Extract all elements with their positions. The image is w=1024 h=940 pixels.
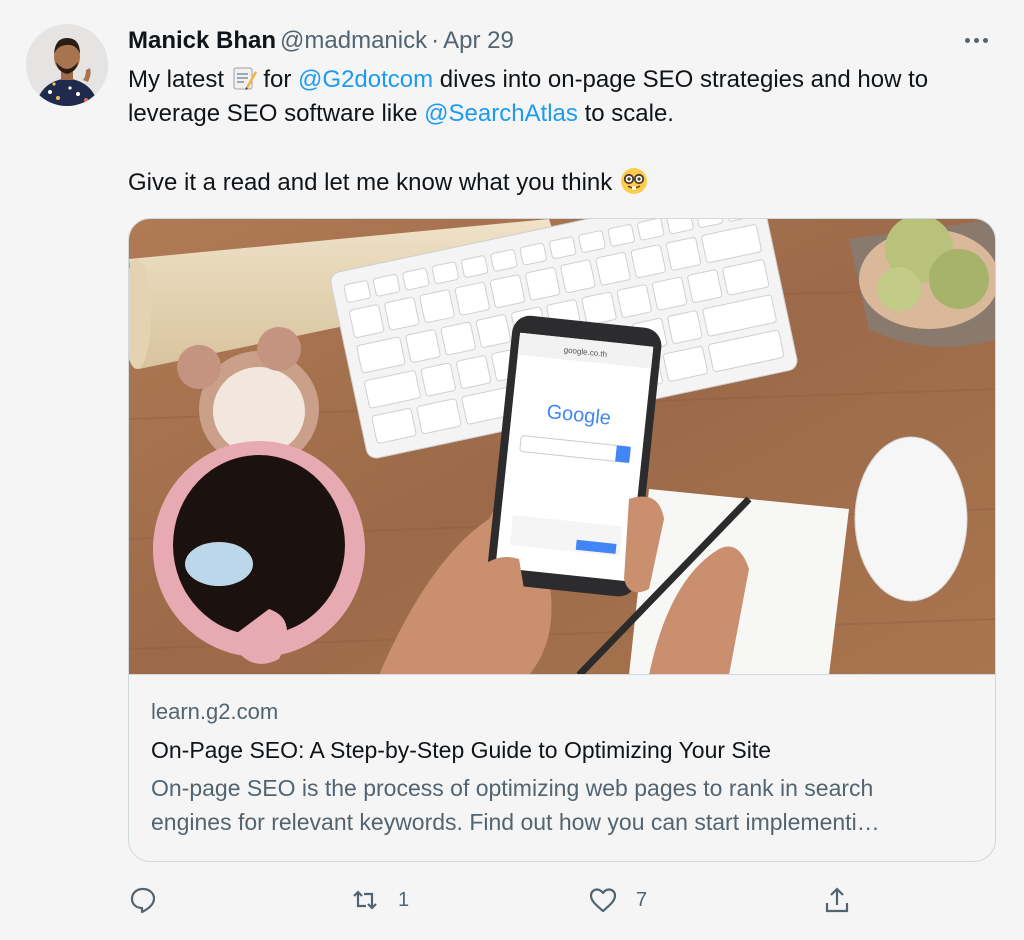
author-handle[interactable]: @madmanick (280, 27, 427, 54)
reply-button[interactable] (128, 880, 176, 920)
tweet[interactable]: Manick Bhan @madmanick · Apr 29 My latest f… (0, 0, 1024, 940)
like-button[interactable]: 7 (588, 880, 647, 920)
author-name[interactable]: Manick Bhan (128, 27, 276, 54)
card-body[interactable]: learn.g2.com On-Page SEO: A Step-by-Step… (151, 697, 981, 839)
avatar-image (26, 24, 108, 106)
card-description-line: engines for relevant keywords. Find out … (151, 809, 880, 835)
more-dot-icon (964, 37, 970, 43)
avatar[interactable] (26, 24, 108, 106)
mention-link-searchatlas[interactable]: @SearchAtlas (424, 100, 578, 127)
more-options-button[interactable] (958, 30, 994, 50)
like-count: 7 (636, 888, 648, 911)
reply-icon (130, 887, 156, 914)
tweet-text-line: Give it a read and let me know what you … (128, 165, 998, 200)
memo-emoji-icon (231, 62, 257, 96)
card-description-line: On-page SEO is the process of optimizing… (151, 775, 874, 801)
card-domain: learn.g2.com (151, 699, 279, 724)
more-dot-icon (982, 37, 988, 43)
retweet-icon (353, 890, 377, 910)
retweet-button[interactable]: 1 (350, 880, 409, 920)
text-segment: to scale. (577, 100, 674, 127)
share-icon (825, 887, 849, 913)
tweet-text-line: My latest for @G2dotcom dives into on-pa… (128, 62, 998, 97)
tweet-text-line: leverage SEO software like @SearchAtlas … (128, 97, 998, 131)
card-description: On-page SEO is the process of optimizing… (151, 771, 981, 839)
separator: · (431, 27, 440, 54)
share-button[interactable] (822, 880, 870, 920)
tweet-text: My latest for @G2dotcom dives into on-pa… (128, 62, 998, 200)
text-segment: My latest (128, 66, 231, 93)
tweet-header: Manick Bhan @madmanick · Apr 29 (128, 26, 514, 56)
more-dot-icon (973, 37, 979, 43)
heart-icon (589, 888, 617, 913)
text-segment: for (256, 66, 299, 93)
tweet-date[interactable]: Apr 29 (443, 27, 514, 54)
tweet-actions: 1 7 (128, 880, 868, 920)
mention-link-g2dotcom[interactable]: @G2dotcom (298, 66, 433, 93)
card-title: On-Page SEO: A Step-by-Step Guide to Opt… (151, 737, 772, 763)
nerd-face-emoji-icon (619, 165, 649, 199)
text-segment: Give it a read and let me know what you … (128, 169, 619, 196)
link-preview-card[interactable]: google.co.th Google learn.g2.com On-Page… (128, 218, 996, 862)
text-segment: leverage SEO software like (128, 100, 425, 127)
card-image[interactable]: google.co.th Google (129, 219, 995, 675)
retweet-count: 1 (398, 888, 410, 911)
text-segment: dives into on-page SEO strategies and ho… (433, 66, 929, 93)
